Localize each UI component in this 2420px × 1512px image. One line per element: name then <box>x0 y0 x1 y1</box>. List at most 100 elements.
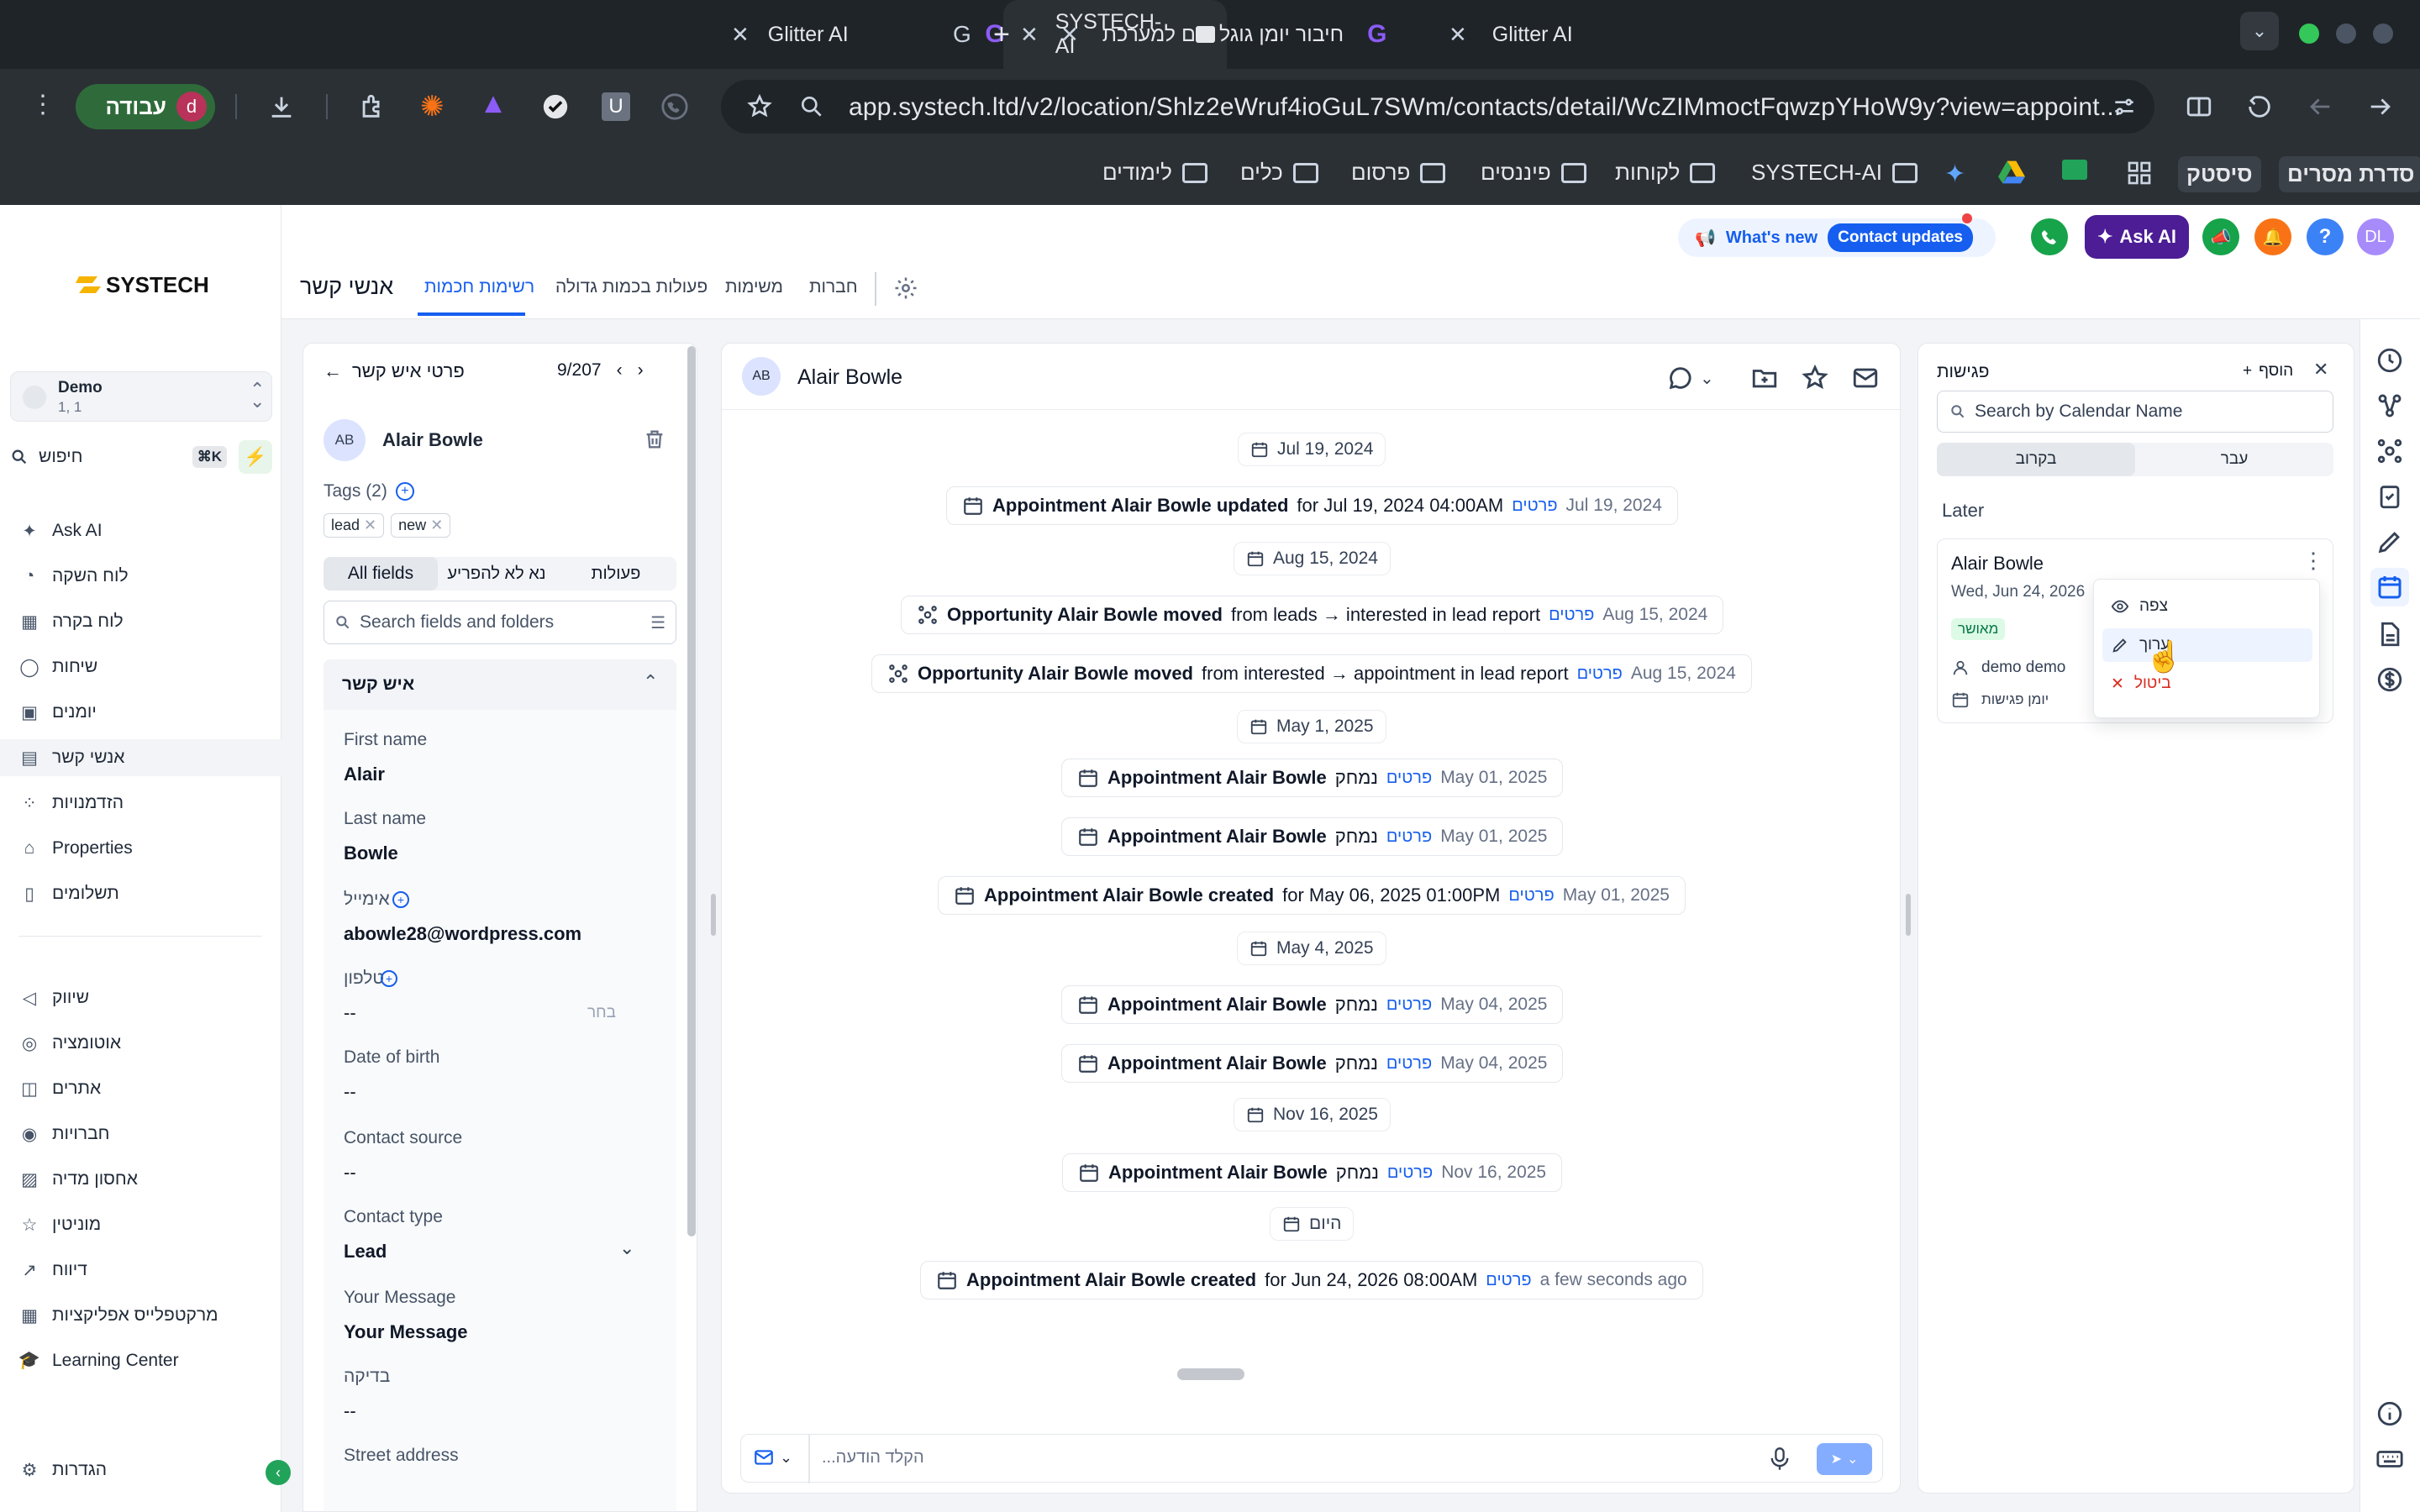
bookmark-item[interactable]: סיסטק <box>2178 156 2261 192</box>
add-tag-icon[interactable]: + <box>395 482 414 501</box>
bookmark-folder[interactable]: SYSTECH-AI <box>1751 160 1918 186</box>
extension-icon[interactable] <box>479 92 508 121</box>
documents-icon[interactable] <box>2375 620 2404 648</box>
menu-dots-icon[interactable]: ⋮ <box>30 92 55 118</box>
details-link[interactable]: פרטים <box>1577 664 1623 684</box>
reload-icon[interactable] <box>2245 92 2274 121</box>
add-field-icon[interactable]: + <box>392 891 409 908</box>
field-value[interactable]: Your Message <box>344 1321 468 1343</box>
country-select[interactable]: בחר <box>587 1004 616 1022</box>
sidebar-item[interactable]: ⌂ Properties <box>18 830 133 867</box>
back-link[interactable]: ← פרטי איש קשר <box>324 360 465 382</box>
tab-upcoming[interactable]: בקרוב <box>1937 443 2135 476</box>
add-meeting-button[interactable]: + הוסף <box>2243 362 2293 381</box>
tag-chip[interactable]: lead ✕ <box>324 513 385 538</box>
sidebar-item[interactable]: ◁ שיווק <box>18 979 89 1016</box>
star-icon[interactable] <box>1801 364 1829 392</box>
tasks-icon[interactable] <box>2375 482 2404 511</box>
sidebar-item[interactable]: ◎ אוטומציה <box>18 1025 121 1062</box>
extension-icon[interactable]: U <box>602 92 630 121</box>
help-button[interactable]: ? <box>2307 218 2344 255</box>
details-link[interactable]: פרטים <box>1386 1054 1432 1074</box>
field-value[interactable]: -- <box>344 1002 356 1024</box>
address-bar[interactable]: app.systech.ltd/v2/location/Shlz2eWruf4i… <box>721 80 2154 134</box>
sidebar-item[interactable]: ▦ לוח בקרה <box>18 603 124 640</box>
avatar[interactable]: DL <box>2357 218 2394 255</box>
sidebar-item[interactable]: ▣ יומנים <box>18 694 97 731</box>
menu-item-view[interactable]: צפה <box>2102 590 2312 623</box>
details-link[interactable]: פרטים <box>1486 1271 1531 1290</box>
send-button[interactable]: ➤ ⌄ <box>1817 1443 1872 1475</box>
add-field-icon[interactable]: + <box>381 970 397 987</box>
keyboard-icon[interactable] <box>2375 1445 2404 1473</box>
extensions-icon[interactable] <box>358 92 387 121</box>
field-value[interactable]: Bowle <box>344 843 398 864</box>
logo[interactable]: SYSTECH <box>76 272 209 298</box>
tab-actions[interactable]: פעולות <box>555 557 676 591</box>
info-icon[interactable] <box>2375 1399 2404 1428</box>
details-link[interactable]: פרטים <box>1387 1163 1433 1183</box>
field-value[interactable]: -- <box>344 1400 356 1422</box>
close-icon[interactable]: ✕ <box>2313 359 2328 381</box>
chat-channel-button[interactable]: ⌄ <box>1666 364 1722 392</box>
sidebar-item[interactable]: ◉ חברויות <box>18 1116 110 1152</box>
extension-icon[interactable] <box>541 92 570 121</box>
opportunity-icon[interactable] <box>2375 437 2404 465</box>
resize-handle[interactable] <box>1906 894 1911 936</box>
tab-list-button[interactable]: ⌄ <box>2240 12 2279 50</box>
sidebar-item[interactable]: ↗ דיווח <box>18 1252 87 1289</box>
details-link[interactable]: פרטים <box>1386 769 1432 788</box>
trash-icon[interactable] <box>643 428 666 451</box>
sidebar-item[interactable]: 🎓 Learning Center <box>18 1342 179 1379</box>
bookmark-folder[interactable]: פיננסים <box>1481 160 1586 186</box>
history-icon[interactable] <box>2375 346 2404 375</box>
gemini-bookmark-icon[interactable]: ✦ <box>1944 160 1965 189</box>
window-close-button[interactable] <box>2373 24 2393 44</box>
more-vertical-icon[interactable]: ⋮ <box>2302 548 2324 574</box>
payments-icon[interactable] <box>2375 665 2404 694</box>
sidebar-item[interactable]: ✦ Ask AI <box>18 512 102 549</box>
close-icon[interactable]: ✕ <box>731 22 750 48</box>
window-zoom-button[interactable] <box>2299 24 2319 44</box>
field-value[interactable]: Alair <box>344 764 385 785</box>
section-header[interactable]: איש קשר ⌃ <box>324 659 676 710</box>
apps-grid-icon[interactable] <box>2126 160 2153 186</box>
phone-extension-icon[interactable] <box>660 92 689 121</box>
sheets-bookmark-icon[interactable] <box>2062 160 2087 180</box>
close-icon[interactable]: ✕ <box>364 517 376 533</box>
microphone-icon[interactable] <box>1768 1446 1791 1472</box>
channel-selector[interactable]: ⌄ <box>753 1446 792 1468</box>
quick-action-button[interactable]: ⚡ <box>239 440 272 474</box>
sidebar-item[interactable]: ⁘ הזדמנויות <box>18 785 124 822</box>
collapse-sidebar-button[interactable]: ‹ <box>266 1460 291 1485</box>
new-tab-button[interactable]: + <box>993 0 1027 69</box>
tab-past[interactable]: עבר <box>2135 443 2333 476</box>
site-settings-icon[interactable] <box>2111 93 2138 120</box>
sidebar-item[interactable]: ◯ שיחות <box>18 648 97 685</box>
notifications-button[interactable]: 🔔 <box>2254 218 2291 255</box>
split-view-icon[interactable] <box>2185 92 2213 121</box>
announcements-button[interactable]: 📣 <box>2202 218 2239 255</box>
tab-smart-lists[interactable]: רשימות חכמות <box>424 277 534 297</box>
browser-tab[interactable]: ✕ Glitter AI <box>723 0 983 69</box>
chevron-right-icon[interactable]: › <box>638 360 644 381</box>
details-link[interactable]: פרטים <box>1508 886 1554 906</box>
scrollbar[interactable] <box>687 346 696 1236</box>
bookmark-folder[interactable]: לקוחות <box>1615 160 1716 186</box>
tab-all-fields[interactable]: All fields <box>324 557 438 591</box>
menu-item-edit[interactable]: ערוך <box>2102 628 2312 662</box>
tab-companies[interactable]: חברות <box>809 277 858 297</box>
field-value[interactable]: -- <box>344 1162 356 1184</box>
profile-button[interactable]: עבודה d <box>76 84 215 129</box>
calendar-search-input[interactable]: Search by Calendar Name <box>1937 391 2333 433</box>
close-icon[interactable]: ✕ <box>1060 22 1079 48</box>
tab-dnd[interactable]: נא לא להפריע <box>438 557 555 591</box>
tab-tasks[interactable]: משימות <box>725 277 783 297</box>
sidebar-item[interactable]: ▦ מרקטפלייס אפליקציות <box>18 1297 218 1334</box>
add-to-folder-icon[interactable] <box>1750 364 1779 392</box>
field-value[interactable]: Lead <box>344 1241 387 1263</box>
close-icon[interactable]: ✕ <box>430 517 443 533</box>
tag-chip[interactable]: new ✕ <box>391 513 451 538</box>
bookmark-folder[interactable]: לימודים <box>1102 160 1207 186</box>
tab-bulk-actions[interactable]: פעולות בכמות גדולה <box>555 277 708 297</box>
